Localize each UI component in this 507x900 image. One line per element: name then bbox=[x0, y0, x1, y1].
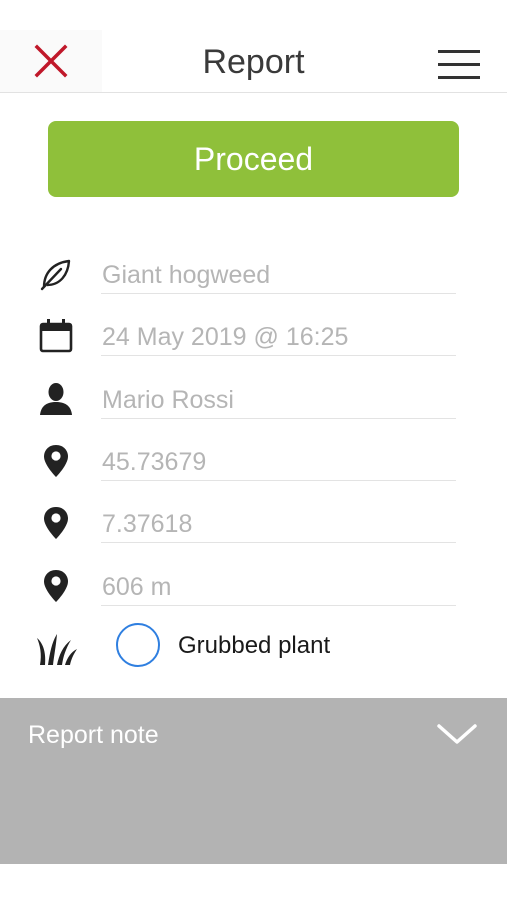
species-row bbox=[0, 244, 507, 300]
grubbed-radio[interactable] bbox=[116, 623, 160, 667]
report-note-title: Report note bbox=[28, 721, 159, 749]
user-icon bbox=[36, 379, 76, 419]
latitude-field[interactable] bbox=[101, 431, 456, 481]
grubbed-label: Grubbed plant bbox=[178, 632, 331, 659]
datetime-row bbox=[0, 306, 507, 362]
calendar-icon bbox=[36, 316, 76, 356]
grass-icon bbox=[36, 628, 78, 668]
hamburger-menu-icon bbox=[438, 50, 480, 79]
leaf-icon bbox=[36, 254, 76, 294]
report-screen: Report Proceed Giant hogweed 24 May 2019… bbox=[0, 0, 507, 900]
observer-field[interactable] bbox=[101, 369, 456, 419]
chevron-down-icon[interactable] bbox=[435, 716, 479, 752]
longitude-field[interactable] bbox=[101, 493, 456, 543]
location-pin-icon bbox=[36, 503, 76, 543]
latitude-row bbox=[0, 431, 507, 487]
location-pin-icon bbox=[36, 566, 76, 606]
observer-row bbox=[0, 369, 507, 425]
longitude-row bbox=[0, 493, 507, 549]
altitude-field[interactable] bbox=[101, 556, 456, 606]
datetime-field[interactable] bbox=[101, 306, 456, 356]
report-note-panel[interactable]: Report note bbox=[0, 698, 507, 864]
location-pin-icon bbox=[36, 441, 76, 481]
species-field[interactable] bbox=[101, 244, 456, 294]
proceed-button[interactable]: Proceed bbox=[48, 121, 459, 197]
page-title: Report bbox=[202, 43, 305, 81]
altitude-row bbox=[0, 556, 507, 612]
menu-button[interactable] bbox=[435, 44, 483, 84]
grubbed-row: Grubbed plant bbox=[0, 620, 507, 676]
app-header: Report bbox=[0, 0, 507, 93]
